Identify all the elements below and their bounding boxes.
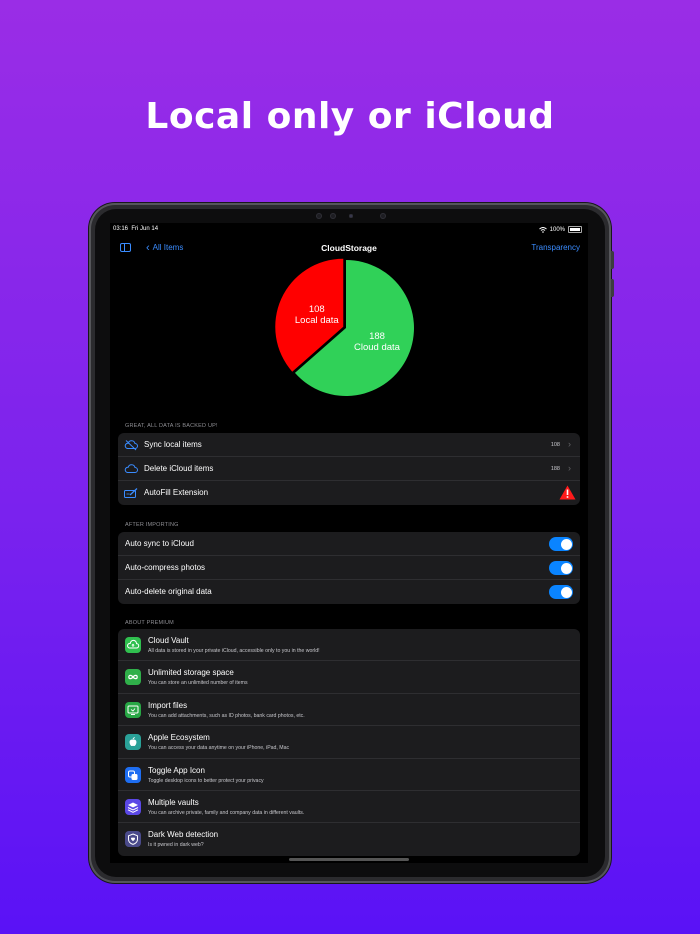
- import-icon: [125, 701, 141, 718]
- volume-button: [611, 251, 614, 269]
- section-header-after-importing: AFTER IMPORTING: [125, 522, 179, 528]
- sensor-icon: [316, 213, 322, 219]
- row-label: AutoFill Extension: [144, 488, 209, 497]
- row-sync-local-items[interactable]: Sync local items 108 ›: [118, 433, 580, 457]
- status-bar: 03:16 Fri Jun 14 100%: [113, 226, 582, 236]
- import-settings-group: Auto sync to iCloud Auto-compress photos…: [118, 532, 580, 604]
- chevron-right-icon: ›: [568, 439, 571, 449]
- feature-title: Toggle App Icon: [148, 765, 205, 775]
- storage-pie-chart: 108 Local data 188 Cloud data: [275, 258, 414, 396]
- row-auto-sync-icloud: Auto sync to iCloud: [118, 532, 580, 556]
- feature-title: Dark Web detection: [148, 830, 219, 840]
- feature-title: Import files: [148, 700, 188, 710]
- status-right: 100%: [538, 226, 582, 233]
- row-label: Sync local items: [144, 440, 202, 449]
- row-auto-compress-photos: Auto-compress photos: [118, 556, 580, 580]
- feature-description: You can archive private, family and comp…: [148, 809, 305, 816]
- app-icon-toggle-icon: [125, 766, 141, 783]
- feature-description: Is it pwned in dark web?: [148, 842, 204, 849]
- shield-heart-icon: [125, 831, 141, 848]
- feature-description: Toggle desktop icons to better protect y…: [148, 777, 264, 784]
- warning-icon: [559, 485, 576, 500]
- feature-unlimited-storage[interactable]: Unlimited storage space You can store an…: [118, 661, 580, 694]
- feature-cloud-vault[interactable]: Cloud Vault All data is stored in your p…: [118, 629, 580, 662]
- feature-description: All data is stored in your private iClou…: [148, 648, 320, 654]
- feature-description: You can access your data anytime on your…: [148, 745, 290, 752]
- sensor-icon: [380, 213, 386, 219]
- layers-icon: [125, 798, 141, 815]
- premium-features-group: Cloud Vault All data is stored in your p…: [118, 629, 580, 856]
- feature-description: You can store an unlimited number of ite…: [148, 680, 248, 687]
- feature-title: Multiple vaults: [148, 797, 199, 807]
- auto-delete-toggle[interactable]: [549, 585, 573, 599]
- pie-label-local-name: Local data: [295, 315, 340, 326]
- row-label: Auto-delete original data: [125, 587, 212, 596]
- cloud-icon: [124, 464, 138, 473]
- row-auto-delete-original: Auto-delete original data: [118, 580, 580, 604]
- feature-dark-web-detection[interactable]: Dark Web detection Is it pwned in dark w…: [118, 823, 580, 855]
- apple-icon: [125, 734, 141, 751]
- row-label: Auto sync to iCloud: [125, 539, 194, 548]
- home-indicator: [289, 858, 409, 861]
- row-label: Delete iCloud items: [144, 464, 214, 473]
- row-label: Auto-compress photos: [125, 563, 206, 572]
- section-header-backup: GREAT, ALL DATA IS BACKED UP!: [125, 423, 218, 429]
- battery-icon: [568, 226, 582, 233]
- pie-label-cloud-name: Cloud data: [354, 342, 401, 353]
- feature-description: You can add attachments, such as ID phot…: [148, 712, 305, 719]
- feature-apple-ecosystem[interactable]: Apple Ecosystem You can access your data…: [118, 726, 580, 759]
- row-autofill-extension[interactable]: AutoFill Extension: [118, 481, 580, 505]
- autofill-icon: [124, 488, 138, 498]
- app-screen: 03:16 Fri Jun 14 100% ‹ All Items CloudS…: [110, 223, 588, 863]
- backup-group: Sync local items 108 › Delete iCloud ite…: [118, 433, 580, 505]
- wifi-icon: [538, 226, 547, 233]
- feature-title: Cloud Vault: [148, 636, 189, 645]
- transparency-button[interactable]: Transparency: [531, 243, 580, 252]
- status-time: 03:16 Fri Jun 14: [113, 226, 159, 232]
- auto-compress-toggle[interactable]: [549, 561, 573, 575]
- feature-title: Apple Ecosystem: [148, 733, 210, 743]
- feature-title: Unlimited storage space: [148, 668, 234, 678]
- row-delete-icloud-items[interactable]: Delete iCloud items 188 ›: [118, 457, 580, 481]
- feature-multiple-vaults[interactable]: Multiple vaults You can archive private,…: [118, 791, 580, 824]
- cloud-slash-icon: [124, 440, 138, 451]
- infinity-icon: [125, 669, 141, 686]
- pie-label-cloud-value: 188: [369, 331, 385, 342]
- battery-percent: 100%: [549, 226, 565, 233]
- cloud-upload-icon: [125, 637, 141, 653]
- auto-sync-toggle[interactable]: [549, 537, 573, 551]
- sensor-icon: [330, 213, 336, 219]
- page-title: CloudStorage: [321, 243, 377, 253]
- section-header-about-premium: ABOUT PREMIUM: [125, 620, 174, 626]
- camera-icon: [349, 214, 353, 218]
- feature-import-files[interactable]: Import files You can add attachments, su…: [118, 694, 580, 727]
- row-count: 108: [550, 442, 560, 448]
- pie-label-local-value: 108: [309, 304, 325, 315]
- ipad-frame: 03:16 Fri Jun 14 100% ‹ All Items CloudS…: [89, 203, 614, 883]
- headline: Local only or iCloud: [145, 96, 555, 137]
- row-count: 188: [550, 466, 560, 472]
- volume-button: [611, 279, 614, 297]
- chevron-right-icon: ›: [568, 463, 571, 473]
- feature-toggle-app-icon[interactable]: Toggle App Icon Toggle desktop icons to …: [118, 759, 580, 791]
